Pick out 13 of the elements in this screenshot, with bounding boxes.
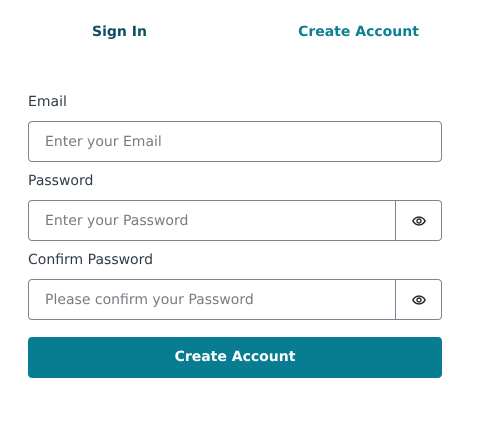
field-label: Password [28,172,94,191]
field-label: Email [28,93,68,112]
password-field[interactable]: Enter your Password [28,200,396,241]
tab[interactable]: Create Account [239,20,478,45]
eye-icon [412,294,426,304]
email-field[interactable]: Enter your Email [28,121,442,162]
eye-icon [412,216,426,226]
create-account-button[interactable]: Create Account [28,337,442,378]
tab[interactable]: Sign In [0,20,239,45]
password-field[interactable]: Please confirm your Password [28,279,396,320]
field-label: Confirm Password [28,251,154,270]
show-password-button[interactable] [396,200,442,241]
show-password-button[interactable] [396,279,442,320]
